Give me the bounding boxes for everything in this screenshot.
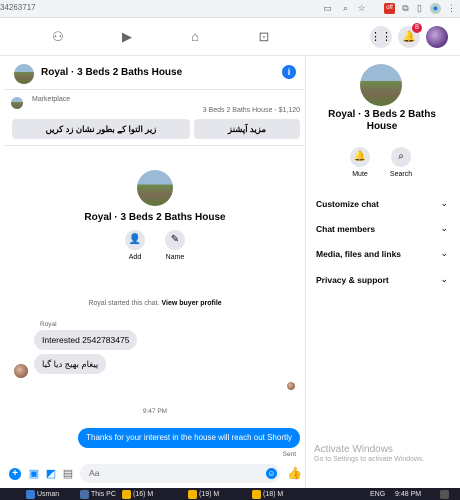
section-label: Privacy & support — [316, 275, 389, 285]
section-customize-chat[interactable]: Customize chat ⌄ — [306, 194, 452, 214]
section-label: Chat members — [316, 224, 376, 234]
message-input[interactable]: Aa — [80, 464, 280, 483]
marketplace-label: Marketplace — [32, 96, 71, 103]
info-icon[interactable]: i — [282, 65, 296, 79]
add-person-button[interactable]: 👤 — [125, 230, 145, 250]
chat-info-panel: Royal · 3 Beds 2 Baths House 🔔 Mute ⌕ Se… — [306, 56, 460, 488]
panel-title: Royal · 3 Beds 2 Baths House — [328, 109, 436, 132]
listing-thumbnail-large — [137, 170, 173, 206]
marketplace-thumbnail — [11, 97, 23, 109]
address-bar-url[interactable]: 34263717 — [0, 3, 36, 12]
file-explorer-icon[interactable] — [80, 490, 89, 499]
message-composer: + ▣ ◩ ▤ Aa ☺ 👍 — [4, 458, 306, 488]
taskbar-item[interactable]: Usman — [37, 490, 59, 499]
menu-grid-icon[interactable]: ⋮⋮ — [370, 26, 392, 48]
cast-icon[interactable]: ▭ — [322, 3, 333, 14]
search-icon[interactable]: ⌕ — [391, 147, 411, 167]
section-privacy-support[interactable]: Privacy & support ⌄ — [306, 270, 452, 290]
chat-header: Royal · 3 Beds 2 Baths House i — [4, 56, 306, 90]
gaming-icon[interactable]: ⊡ — [256, 30, 272, 44]
search-label: Search — [389, 171, 413, 178]
marketplace-bar: Marketplace 3 Beds 2 Baths House - $1,12… — [4, 90, 306, 146]
groups-icon[interactable]: ⚇ — [50, 30, 66, 44]
seen-indicator-avatar — [287, 382, 295, 390]
mute-label: Mute — [352, 171, 368, 178]
windows-taskbar: Usman This PC (16) M (19) M (18) M ENG 9… — [0, 488, 460, 500]
started-text: Royal started this chat. — [88, 300, 160, 307]
chevron-down-icon: ⌄ — [440, 223, 448, 233]
notification-badge: 8 — [412, 23, 422, 33]
extension-icon[interactable]: off — [384, 3, 395, 14]
add-label: Add — [128, 254, 142, 261]
incoming-message[interactable]: Interested 2542783475 — [34, 330, 138, 350]
video-icon[interactable]: ▶ — [119, 30, 135, 44]
conversation: Royal · 3 Beds 2 Baths House 👤 Add ✎ Nam… — [4, 146, 306, 458]
chevron-down-icon: ⌄ — [440, 248, 448, 258]
chrome-icon[interactable] — [122, 490, 131, 499]
chrome-icon[interactable] — [188, 490, 197, 499]
taskbar-item[interactable]: (18) M — [263, 490, 283, 499]
section-media-files-links[interactable]: Media, files and links ⌄ — [306, 244, 452, 264]
outgoing-message[interactable]: Thanks for your interest in the house wi… — [78, 428, 300, 448]
view-buyer-profile-link[interactable]: View buyer profile — [161, 300, 221, 307]
section-label: Customize chat — [316, 199, 379, 209]
chat-pane: Royal · 3 Beds 2 Baths House i Marketpla… — [4, 56, 306, 488]
facebook-top-nav: ⚇ ▶ ⌂ ⊡ ⋮⋮ 🔔 8 — [0, 18, 460, 56]
extensions-puzzle-icon[interactable]: ⧉ — [400, 3, 411, 14]
image-icon[interactable]: ▣ — [28, 468, 40, 480]
zoom-icon[interactable]: ⌕ — [340, 3, 351, 14]
conversation-title: Royal · 3 Beds 2 Baths House — [84, 212, 226, 223]
name-label: Name — [165, 254, 185, 261]
listing-thumbnail-panel — [360, 64, 402, 106]
listing-thumbnail[interactable] — [14, 64, 34, 84]
thumbs-up-icon[interactable]: 👍 — [287, 467, 302, 480]
gif-icon[interactable]: ▤ — [62, 468, 74, 480]
user-app-icon[interactable] — [26, 490, 35, 499]
message-timestamp: 9:47 PM — [142, 408, 168, 415]
mute-bell-icon[interactable]: 🔔 — [350, 147, 370, 167]
taskbar-item[interactable]: (16) M — [133, 490, 153, 499]
input-language[interactable]: ENG — [370, 490, 385, 499]
chevron-down-icon: ⌄ — [440, 198, 448, 208]
listing-summary[interactable]: 3 Beds 2 Baths House - $1,120 — [203, 107, 300, 114]
incoming-message[interactable]: پیغام بھیج دیا گیا — [34, 354, 107, 374]
chevron-down-icon: ⌄ — [440, 274, 448, 284]
activate-windows-title: Activate Windows — [314, 444, 393, 455]
taskbar-clock[interactable]: 9:48 PM — [395, 490, 421, 499]
chat-started-notice: Royal started this chat. View buyer prof… — [4, 300, 306, 307]
bookmark-star-icon[interactable]: ☆ — [356, 3, 367, 14]
taskbar-item[interactable]: This PC — [91, 490, 116, 499]
plus-icon[interactable]: + — [9, 468, 21, 480]
browser-profile-icon[interactable]: ● — [430, 3, 441, 14]
section-label: Media, files and links — [316, 249, 402, 259]
section-chat-members[interactable]: Chat members ⌄ — [306, 219, 452, 239]
emoji-icon[interactable]: ☺ — [266, 468, 277, 479]
chrome-icon[interactable] — [252, 490, 261, 499]
activate-windows-subtitle: Go to Settings to activate Windows. — [314, 456, 425, 463]
sent-status: Sent — [282, 451, 296, 458]
edit-name-button[interactable]: ✎ — [165, 230, 185, 250]
account-avatar[interactable] — [426, 26, 448, 48]
mark-pending-button[interactable]: زیر التوا کے بطور نشان زد کریں — [12, 119, 190, 139]
chat-title[interactable]: Royal · 3 Beds 2 Baths House — [41, 67, 182, 78]
notification-center-icon[interactable] — [440, 490, 449, 499]
taskbar-item[interactable]: (19) M — [199, 490, 219, 499]
sidebar-icon[interactable]: ▯ — [414, 3, 425, 14]
sticker-icon[interactable]: ◩ — [45, 468, 57, 480]
sender-avatar[interactable] — [14, 364, 28, 378]
more-options-button[interactable]: مزید آپشنز — [194, 119, 300, 139]
sender-name: Royal — [40, 321, 57, 328]
browser-toolbar: 34263717 ▭ ⌕ ☆ off ⧉ ▯ ● ⋮ — [0, 0, 460, 18]
marketplace-icon[interactable]: ⌂ — [187, 30, 203, 44]
browser-menu-icon[interactable]: ⋮ — [446, 3, 457, 14]
